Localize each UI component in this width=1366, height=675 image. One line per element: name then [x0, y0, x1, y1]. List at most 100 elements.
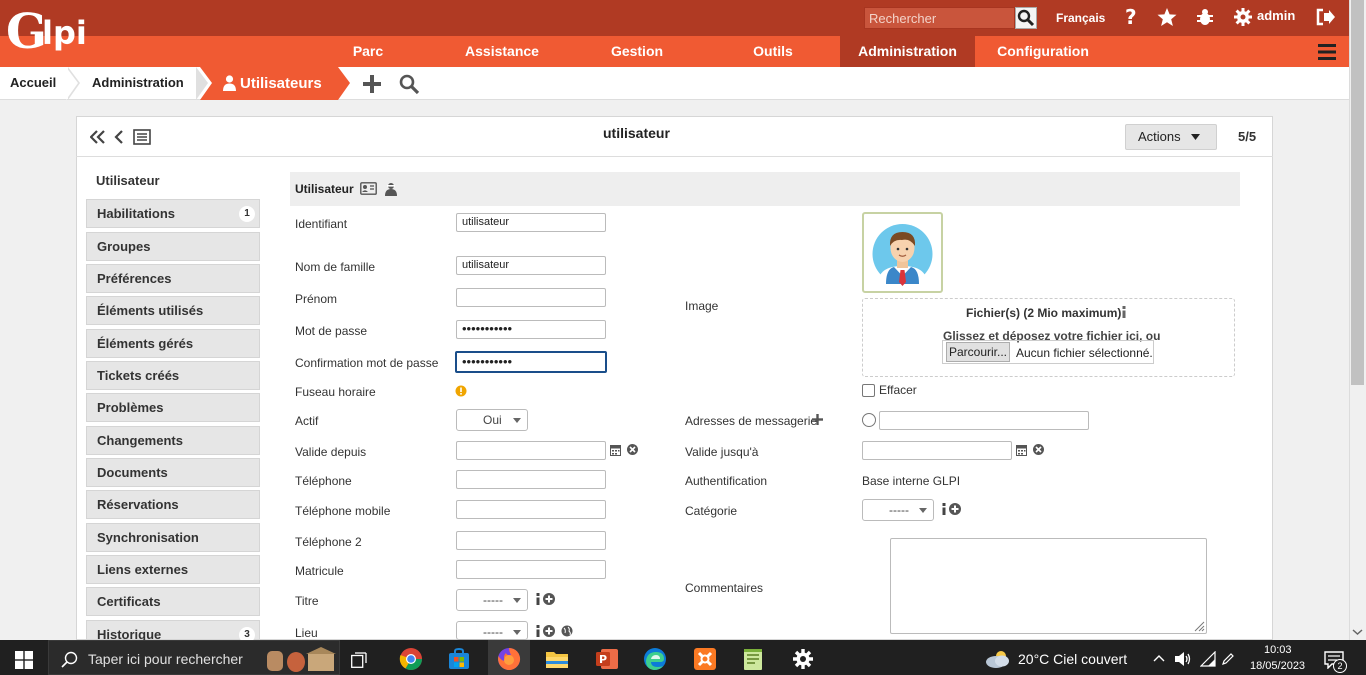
help-icon[interactable]: ? — [1120, 6, 1142, 28]
clock-time[interactable]: 10:03 — [1264, 644, 1292, 656]
page-scrollbar-thumb[interactable] — [1351, 0, 1364, 385]
gear-icon[interactable] — [1232, 6, 1254, 28]
weather-text[interactable]: 20°C Ciel couvert — [1018, 651, 1127, 667]
add-circle-icon[interactable] — [543, 625, 555, 637]
tab-documents[interactable]: Documents — [86, 458, 260, 487]
add-circle-icon[interactable] — [949, 503, 961, 515]
pen-icon[interactable] — [1221, 652, 1235, 666]
location-select[interactable]: ----- — [456, 621, 528, 640]
clock-date[interactable]: 18/05/2023 — [1250, 660, 1305, 672]
title-select[interactable]: ----- — [456, 589, 528, 611]
browse-button[interactable]: Parcourir... — [946, 342, 1010, 362]
tab-certificats[interactable]: Certificats — [86, 587, 260, 616]
email-input[interactable] — [879, 411, 1089, 430]
bug-icon[interactable] — [1194, 6, 1216, 28]
erase-image-checkbox[interactable] — [862, 384, 875, 397]
category-select[interactable]: ----- — [862, 499, 934, 521]
powerpoint-icon[interactable]: P — [595, 647, 619, 671]
info-icon[interactable] — [535, 593, 541, 605]
actions-button[interactable]: Actions — [1125, 124, 1217, 150]
tab-tickets-crees[interactable]: Tickets créés — [86, 361, 260, 390]
firstname-input[interactable] — [456, 288, 606, 307]
warning-icon[interactable] — [455, 385, 467, 397]
menu-outils[interactable]: Outils — [740, 36, 806, 67]
tab-preferences[interactable]: Préférences — [86, 264, 260, 293]
info-icon[interactable] — [535, 625, 541, 637]
volume-icon[interactable] — [1174, 651, 1192, 667]
calendar-icon[interactable] — [1016, 444, 1027, 456]
registration-input[interactable] — [456, 560, 606, 579]
scroll-down-icon[interactable] — [1352, 627, 1363, 637]
previous-item-icon[interactable] — [114, 130, 124, 144]
menu-configuration[interactable]: Configuration — [985, 36, 1101, 67]
weather-cloud-icon[interactable] — [984, 649, 1012, 669]
settings-gear-icon[interactable] — [791, 647, 815, 671]
search-list-icon[interactable] — [399, 74, 420, 95]
valid-from-input[interactable] — [456, 441, 606, 460]
lastname-input[interactable]: utilisateur — [456, 256, 606, 275]
globe-icon[interactable] — [561, 625, 573, 637]
impersonate-icon[interactable] — [385, 182, 397, 196]
add-email-icon[interactable] — [812, 414, 823, 425]
logout-icon[interactable] — [1314, 6, 1336, 28]
firefox-icon[interactable] — [497, 647, 521, 671]
clear-date-icon[interactable] — [627, 444, 638, 455]
notepad-plus-icon[interactable] — [741, 647, 765, 671]
task-view-icon[interactable] — [351, 651, 369, 668]
default-email-radio[interactable] — [862, 413, 876, 427]
menu-administration[interactable]: Administration — [840, 36, 975, 67]
menu-assistance[interactable]: Assistance — [450, 36, 554, 67]
clear-date-icon[interactable] — [1033, 444, 1044, 455]
tab-utilisateur[interactable]: Utilisateur — [86, 167, 260, 196]
phone2-input[interactable] — [456, 531, 606, 550]
tab-groupes[interactable]: Groupes — [86, 232, 260, 261]
comments-textarea[interactable] — [890, 538, 1207, 634]
menu-gestion[interactable]: Gestion — [595, 36, 679, 67]
tab-changements[interactable]: Changements — [86, 426, 260, 455]
edge-icon[interactable] — [643, 647, 667, 671]
list-view-icon[interactable] — [133, 129, 151, 145]
password-confirm-input[interactable]: ••••••••••• — [455, 351, 607, 373]
tab-elements-utilises[interactable]: Éléments utilisés — [86, 296, 260, 325]
first-item-icon[interactable] — [90, 130, 106, 144]
global-search-input[interactable]: Rechercher — [864, 7, 1015, 29]
tab-historique[interactable]: Historique 3 — [86, 620, 260, 643]
mobile-input[interactable] — [456, 500, 606, 519]
add-circle-icon[interactable] — [543, 593, 555, 605]
language-selector[interactable]: Français — [1056, 11, 1105, 25]
tab-habilitations[interactable]: Habilitations 1 — [86, 199, 260, 228]
breadcrumb-home[interactable]: Accueil — [10, 67, 56, 100]
active-select[interactable]: Oui — [456, 409, 528, 431]
resize-handle-icon[interactable] — [1193, 620, 1205, 632]
xampp-icon[interactable] — [693, 647, 717, 671]
file-explorer-icon[interactable] — [545, 647, 569, 671]
hamburger-menu-icon[interactable] — [1318, 44, 1336, 60]
tab-problemes[interactable]: Problèmes — [86, 393, 260, 422]
glpi-logo[interactable]: G lpi — [4, 4, 100, 60]
password-input[interactable]: ••••••••••• — [456, 320, 606, 339]
tab-label: Documents — [97, 465, 168, 480]
tab-liens-externes[interactable]: Liens externes — [86, 555, 260, 584]
breadcrumb-users[interactable]: Utilisateurs — [240, 75, 322, 92]
info-icon[interactable] — [1121, 306, 1127, 318]
tab-reservations[interactable]: Réservations — [86, 490, 260, 519]
tab-synchronisation[interactable]: Synchronisation — [86, 523, 260, 552]
star-icon[interactable] — [1156, 6, 1178, 28]
tab-elements-geres[interactable]: Éléments gérés — [86, 329, 260, 358]
windows-start-icon[interactable] — [15, 651, 33, 669]
user-menu[interactable]: admin — [1257, 8, 1295, 23]
info-icon[interactable] — [941, 503, 947, 515]
add-icon[interactable] — [362, 74, 382, 94]
store-icon[interactable] — [447, 647, 471, 671]
menu-parc[interactable]: Parc — [330, 36, 406, 67]
tray-chevron-up-icon[interactable] — [1153, 654, 1165, 662]
search-button[interactable] — [1015, 7, 1037, 29]
calendar-icon[interactable] — [610, 444, 621, 456]
network-icon[interactable] — [1200, 651, 1216, 667]
vcard-icon[interactable] — [360, 182, 377, 195]
phone-input[interactable] — [456, 470, 606, 489]
breadcrumb-administration[interactable]: Administration — [92, 67, 184, 100]
valid-until-input[interactable] — [862, 441, 1012, 460]
chrome-icon[interactable] — [399, 647, 423, 671]
login-input[interactable]: utilisateur — [456, 213, 606, 232]
